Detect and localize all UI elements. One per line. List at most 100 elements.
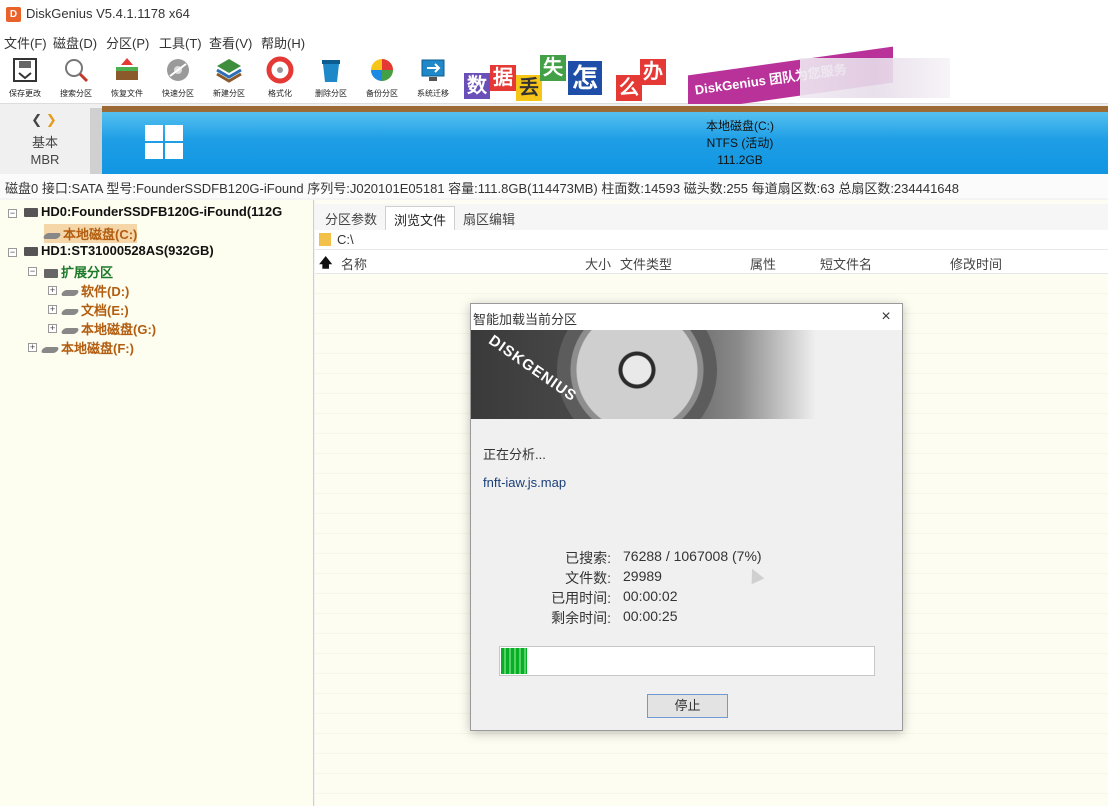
tree-node-extended[interactable]: 扩展分区 xyxy=(44,262,113,281)
backup-icon xyxy=(371,59,393,81)
volume-icon xyxy=(60,308,80,315)
migrate-icon xyxy=(421,59,445,81)
search-icon xyxy=(65,59,89,83)
menu-tools[interactable]: 工具(T) xyxy=(159,33,202,52)
partition-info: 本地磁盘(C:) NTFS (活动) 111.2GB xyxy=(660,118,820,169)
disk-tree: − HD0:FounderSSDFB120G-iFound(112G 本地磁盘(… xyxy=(0,200,314,806)
smart-load-dialog: 智能加载当前分区 × DISKGENIUS 正在分析... fnft-iaw.j… xyxy=(470,303,903,731)
col-size[interactable]: 大小 xyxy=(585,254,611,273)
banner-tile: 办 xyxy=(640,59,666,85)
volume-icon xyxy=(60,327,80,334)
tab-strip: 分区参数 浏览文件 扇区编辑 xyxy=(315,204,1108,230)
disk-divider xyxy=(90,108,102,174)
system-migrate-button[interactable]: 系统迁移 xyxy=(410,54,456,102)
stat-label-elapsed: 已用时间: xyxy=(551,590,611,606)
folder-icon xyxy=(319,233,331,246)
prev-disk-icon[interactable]: ❮ xyxy=(31,112,42,128)
save-changes-button[interactable]: 保存更改 xyxy=(2,54,48,102)
delete-icon xyxy=(322,60,340,82)
new-partition-button[interactable]: 新建分区 xyxy=(206,54,252,102)
menu-file[interactable]: 文件(F) xyxy=(4,33,47,52)
current-path: C:\ xyxy=(337,232,354,247)
disk-type: 基本 MBR xyxy=(30,135,60,167)
tree-node-d[interactable]: 软件(D:) xyxy=(60,281,129,300)
tree-node-hd1[interactable]: HD1:ST31000528AS(932GB) xyxy=(24,243,214,258)
close-icon[interactable]: × xyxy=(875,306,897,328)
tree-node-g[interactable]: 本地磁盘(G:) xyxy=(60,319,156,338)
menu-disk[interactable]: 磁盘(D) xyxy=(53,33,97,52)
quick-partition-button[interactable]: 快速分区 xyxy=(155,54,201,102)
tab-sector-edit[interactable]: 扇区编辑 xyxy=(455,206,523,230)
dialog-title: 智能加载当前分区 xyxy=(473,312,578,327)
stop-button[interactable]: 停止 xyxy=(647,694,728,718)
tab-browse-files[interactable]: 浏览文件 xyxy=(385,206,456,230)
format-button[interactable]: 格式化 xyxy=(257,54,303,102)
app-title: DiskGenius V5.4.1.1178 x64 xyxy=(26,6,190,21)
tree-node-hd0[interactable]: HD0:FounderSSDFB120G-iFound(112G xyxy=(24,204,282,219)
banner-tile: 丢 xyxy=(516,75,542,101)
col-short-name[interactable]: 短文件名 xyxy=(820,254,872,273)
stat-label-files: 文件数: xyxy=(565,570,611,586)
tree-node-f[interactable]: 本地磁盘(F:) xyxy=(40,338,134,357)
format-icon xyxy=(266,56,294,84)
progress-fill xyxy=(501,648,527,674)
title-bar: D DiskGenius V5.4.1.1178 x64 xyxy=(0,0,1108,30)
column-header: 🡅 名称 大小 文件类型 属性 短文件名 修改时间 xyxy=(315,250,1108,274)
col-modified[interactable]: 修改时间 xyxy=(950,254,1002,273)
search-partition-button[interactable]: 搜索分区 xyxy=(53,54,99,102)
expand-icon[interactable]: + xyxy=(48,305,57,314)
partition-name: 本地磁盘(C:) xyxy=(706,119,774,133)
expand-icon[interactable]: + xyxy=(48,286,57,295)
tree-node-c[interactable]: 本地磁盘(C:) xyxy=(42,224,138,243)
collapse-icon[interactable]: − xyxy=(28,267,37,276)
stat-value-remaining: 00:00:25 xyxy=(623,608,678,624)
banner-tile: 么 xyxy=(616,75,642,101)
backup-partition-button[interactable]: 备份分区 xyxy=(359,54,405,102)
menu-bar: 文件(F) 磁盘(D) 分区(P) 工具(T) 查看(V) 帮助(H) xyxy=(0,30,1108,52)
dialog-banner: DISKGENIUS xyxy=(471,330,902,419)
partition-size: 111.2GB xyxy=(717,153,763,167)
up-arrow-icon[interactable]: 🡅 xyxy=(319,254,332,276)
partition-bar-c[interactable] xyxy=(102,106,1108,174)
expand-icon[interactable]: + xyxy=(28,343,37,352)
path-bar[interactable]: C:\ xyxy=(315,230,1108,250)
progress-bar xyxy=(499,646,875,676)
stat-value-files: 29989 xyxy=(623,568,662,584)
menu-help[interactable]: 帮助(H) xyxy=(261,33,305,52)
delete-partition-button[interactable]: 删除分区 xyxy=(308,54,354,102)
banner-tile: 失 xyxy=(540,55,566,81)
disk-info-line: 磁盘0 接口:SATA 型号:FounderSSDFB120G-iFound 序… xyxy=(0,174,1108,198)
volume-icon xyxy=(60,289,80,296)
stat-label-searched: 已搜索: xyxy=(565,550,611,566)
next-disk-icon[interactable]: ❯ xyxy=(46,112,57,128)
extended-partition-icon xyxy=(44,269,58,279)
recover-icon xyxy=(116,58,138,80)
volume-icon xyxy=(42,232,62,239)
save-icon xyxy=(13,58,37,82)
banner-tile: 据 xyxy=(490,65,516,91)
collapse-icon[interactable]: − xyxy=(8,248,17,257)
col-name[interactable]: 名称 xyxy=(341,254,367,273)
analysis-status: 正在分析... xyxy=(483,447,546,462)
hard-disk-image xyxy=(557,330,717,419)
tab-partition-params[interactable]: 分区参数 xyxy=(317,206,385,230)
recover-files-button[interactable]: 恢复文件 xyxy=(104,54,150,102)
expand-icon[interactable]: + xyxy=(48,324,57,333)
banner-tile: 怎 xyxy=(568,61,602,95)
disk-icon xyxy=(24,208,38,218)
collapse-icon[interactable]: − xyxy=(8,209,17,218)
dialog-title-bar: 智能加载当前分区 × xyxy=(471,304,902,330)
col-attr[interactable]: 属性 xyxy=(750,254,776,273)
stat-value-searched: 76288 / 1067008 (7%) xyxy=(623,548,762,564)
tree-node-e[interactable]: 文档(E:) xyxy=(60,300,129,319)
menu-view[interactable]: 查看(V) xyxy=(209,33,252,52)
quick-partition-icon xyxy=(167,59,189,81)
banner-tile: 数 xyxy=(464,73,490,99)
partition-fs: NTFS (活动) xyxy=(706,136,774,150)
windows-logo-icon xyxy=(145,125,185,161)
stat-label-remaining: 剩余时间: xyxy=(551,610,611,626)
disk-nav: ❮ ❯ xyxy=(22,112,66,128)
volume-icon xyxy=(40,346,60,353)
menu-partition[interactable]: 分区(P) xyxy=(106,33,149,52)
col-type[interactable]: 文件类型 xyxy=(620,254,672,273)
